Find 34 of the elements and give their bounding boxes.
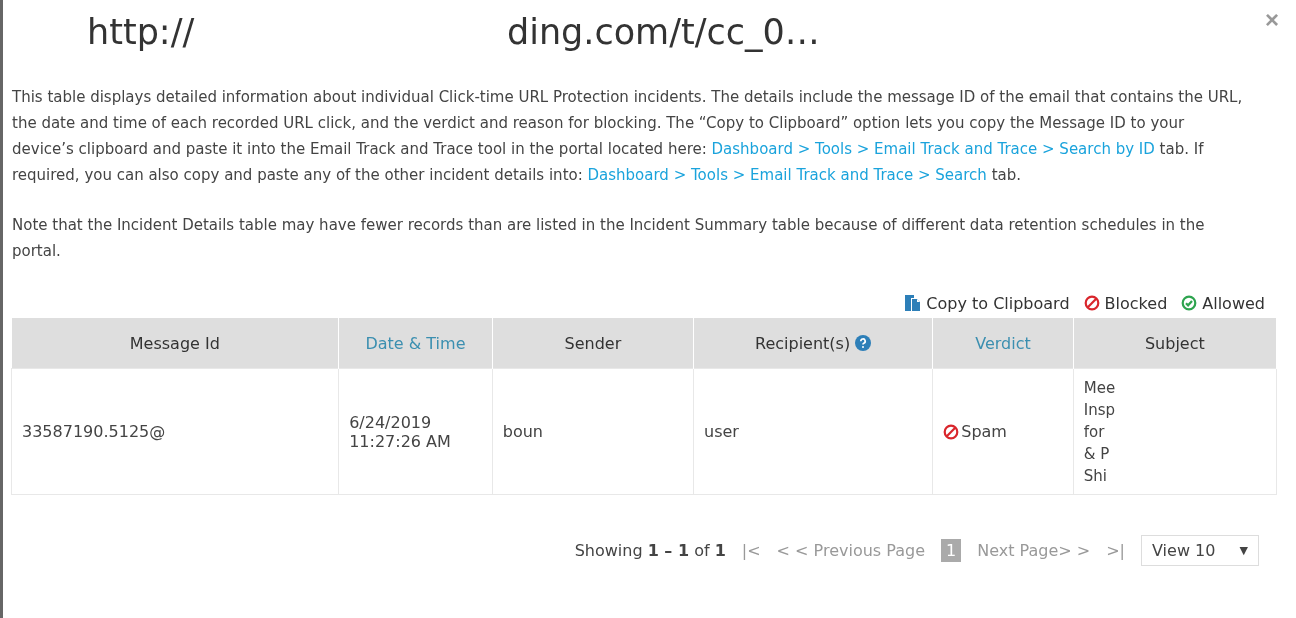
next-page-link[interactable]: Next Page> > — [977, 541, 1091, 560]
description-paragraph: Note that the Incident Details table may have fewer records than are listed in the Incident Summary table because of different data retention schedules in the portal. — [11, 215, 1206, 262]
legend-label: Allowed — [1202, 293, 1265, 313]
last-page-link[interactable]: >| — [1106, 541, 1125, 560]
column-header: Subject — [1073, 318, 1277, 369]
table-cell: boun — [492, 368, 694, 495]
table-cell: 33587190.5125@ — [11, 368, 339, 495]
previous-page-link[interactable]: < < Previous Page — [776, 541, 925, 560]
legend-label[interactable]: Copy to Clipboard — [926, 293, 1070, 313]
help-icon[interactable] — [855, 334, 872, 351]
close-button[interactable]: × — [1265, 6, 1279, 34]
portal-link[interactable]: Dashboard > Tools > Email Track and Trace > Search — [587, 166, 987, 184]
table-cell: Mee Insp for & P Shi — [1073, 368, 1277, 495]
first-page-link[interactable]: |< — [741, 541, 761, 560]
page-number[interactable]: 1 — [941, 539, 962, 562]
description-paragraph: This table displays detailed information about individual Click-time URL Protection incidents. The details include the message ID of the email that contains the URL, the date and time of each recorded URL click, and the verdict and reason for blocking. The “Copy to Clipboard” option lets you copy the Message ID to your device’s clipboard and paste it into the Email Track and Trace tool in the portal located here: Dashboard > Tools > Email Track and Trace > Search by ID tab. If required, you can also copy and paste any of the other incident details into: Dashboard > Tools > Email Track and Trace > Search tab. — [11, 87, 1244, 186]
column-header[interactable]: Date & Time — [338, 318, 493, 369]
table-cell: 6/24/2019 11:27:26 AM — [338, 368, 493, 495]
column-header: Recipient(s) — [693, 318, 933, 369]
portal-link[interactable]: Dashboard > Tools > Email Track and Trace > Search by ID — [711, 140, 1155, 158]
url-title: ding.com/t/cc — [507, 12, 745, 52]
column-header[interactable]: Verdict — [932, 318, 1074, 369]
column-header: Message Id — [11, 318, 339, 369]
legend-label: Blocked — [1104, 293, 1168, 313]
page-size-select[interactable]: View 10 ▼ — [1141, 535, 1259, 566]
url-title: http:// — [87, 12, 196, 52]
verdict-label: Spam — [961, 422, 1007, 441]
clipboard-icon — [903, 294, 922, 312]
table-cell: user — [693, 368, 933, 495]
url-title: _0… — [745, 12, 820, 52]
showing-summary: Showing 1 – 1 of 1 — [574, 541, 726, 560]
check-circle-icon — [1181, 295, 1198, 311]
column-header: Sender — [492, 318, 694, 369]
blocked-icon — [1083, 295, 1100, 311]
